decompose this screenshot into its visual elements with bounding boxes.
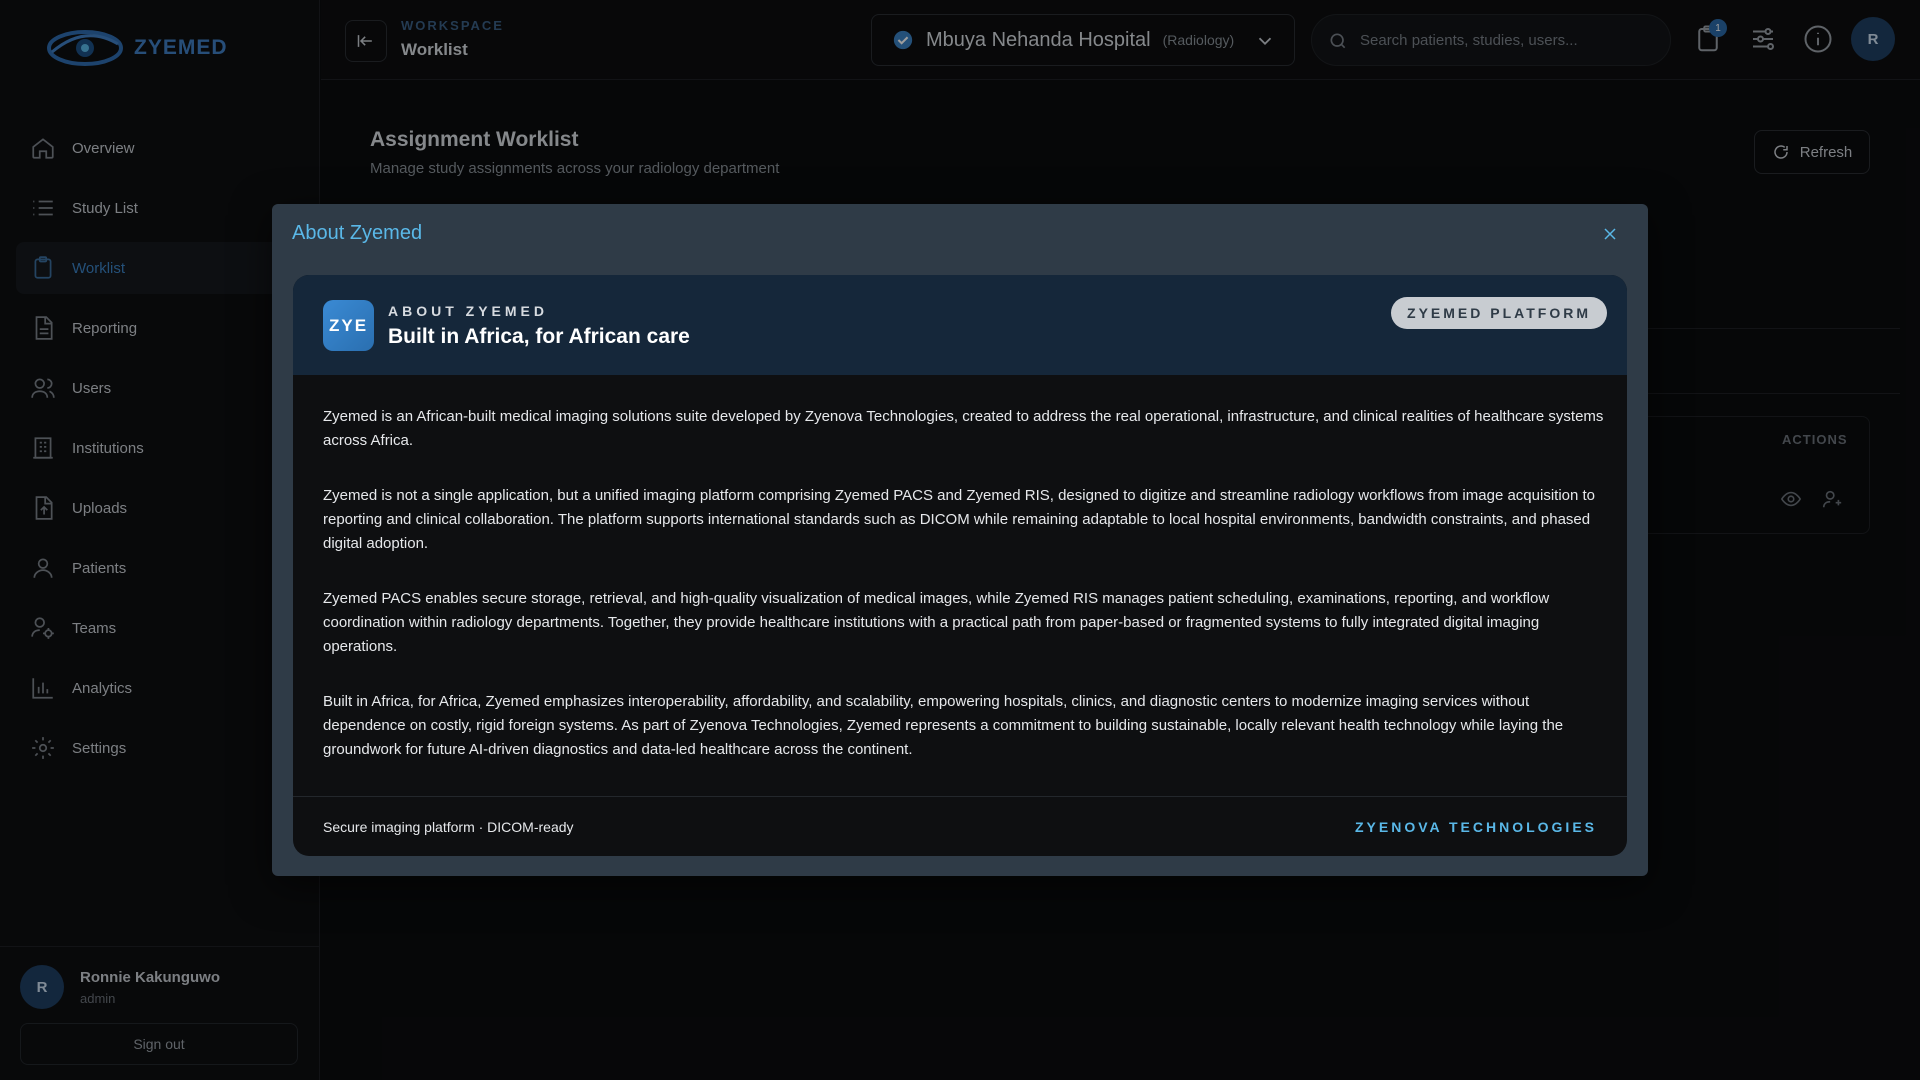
about-eyebrow: ABOUT ZYEMED: [388, 303, 548, 319]
about-card-header: ZYE ABOUT ZYEMED Built in Africa, for Af…: [293, 275, 1627, 375]
zyemed-logo-badge: ZYE: [323, 300, 374, 351]
about-card-footer: Secure imaging platform · DICOM-ready ZY…: [293, 796, 1627, 856]
platform-badge: ZYEMED PLATFORM: [1391, 297, 1607, 329]
about-title: Built in Africa, for African care: [388, 325, 690, 348]
close-icon[interactable]: [1600, 224, 1620, 244]
about-paragraph: Zyemed is not a single application, but …: [323, 487, 1596, 552]
about-card: ZYE ABOUT ZYEMED Built in Africa, for Af…: [293, 275, 1627, 856]
footer-tagline: Secure imaging platform · DICOM-ready: [323, 819, 574, 835]
modal-title: About Zyemed: [292, 222, 423, 244]
about-body: Zyemed is an African-built medical imagi…: [323, 405, 1613, 793]
about-modal: About Zyemed ZYE ABOUT ZYEMED Built in A…: [272, 204, 1648, 876]
about-paragraph: Zyemed is an African-built medical imagi…: [323, 408, 1604, 449]
about-paragraph: Zyemed PACS enables secure storage, retr…: [323, 590, 1550, 655]
footer-company: ZYENOVA TECHNOLOGIES: [1354, 819, 1597, 835]
about-paragraph: Built in Africa, for Africa, Zyemed emph…: [323, 693, 1564, 758]
